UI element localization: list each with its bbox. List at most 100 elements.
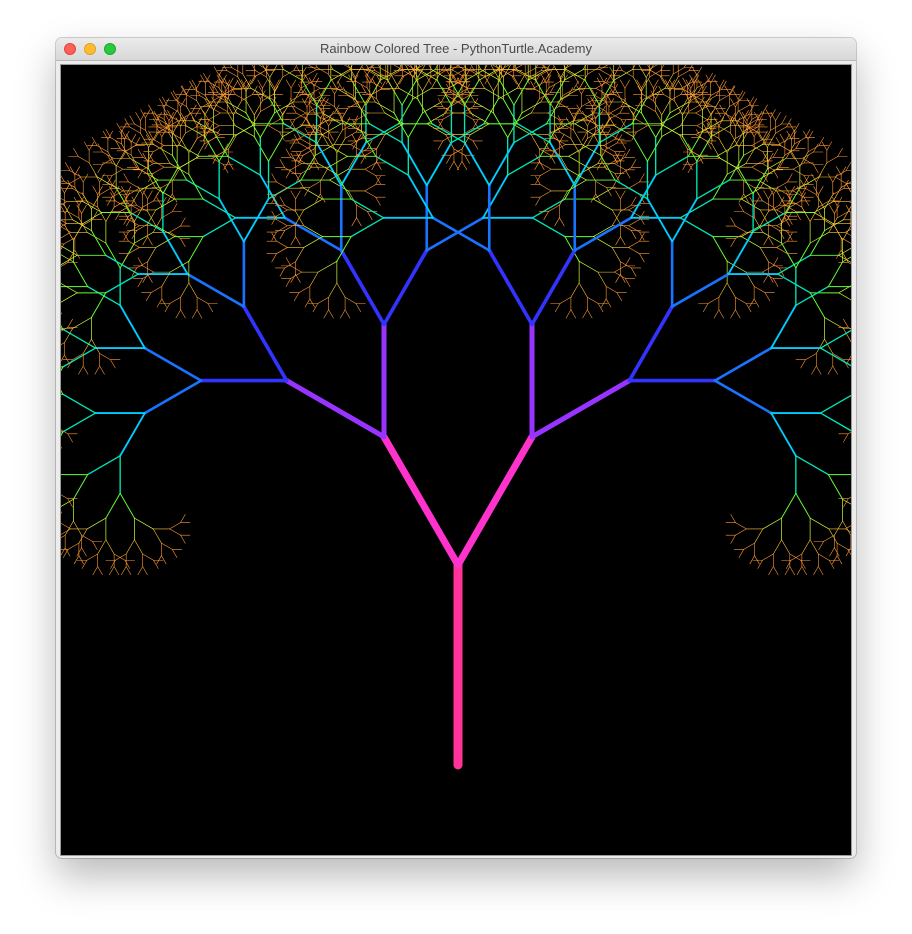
tree-branch: [492, 112, 509, 139]
tree-branch: [200, 74, 206, 84]
tree-branch: [600, 154, 616, 181]
tree-branch: [167, 110, 173, 119]
tree-branch: [180, 138, 190, 153]
tree-branch: [164, 303, 171, 313]
tree-branch: [126, 137, 138, 145]
tree-branch: [222, 164, 229, 174]
tree-branch: [632, 136, 648, 162]
tree-branch: [628, 219, 640, 227]
tree-branch: [818, 186, 824, 195]
tree-branch: [751, 98, 757, 108]
tree-branch: [268, 125, 280, 133]
tree-branch: [582, 309, 588, 319]
tree-branch: [801, 539, 811, 555]
tree-branch: [328, 138, 338, 153]
tree-branch: [336, 75, 343, 85]
tree-branch: [653, 100, 663, 116]
tree-branch: [67, 318, 73, 328]
tree-branch: [385, 76, 395, 92]
tree-branch: [147, 209, 157, 225]
tree-branch: [162, 168, 178, 195]
tree-branch: [310, 126, 316, 136]
tree-branch: [226, 70, 239, 78]
tree-branch: [145, 292, 152, 302]
tree-branch: [450, 123, 485, 144]
tree-branch: [262, 79, 268, 89]
tree-branch: [713, 346, 773, 382]
tree-branch: [834, 520, 843, 536]
tree-branch: [312, 303, 319, 313]
tree-branch: [121, 143, 131, 159]
tree-branch: [255, 69, 268, 77]
tree-branch: [295, 190, 301, 200]
tree-branch: [72, 317, 92, 329]
tree-branch: [90, 230, 107, 256]
tree-branch: [768, 566, 774, 576]
tree-branch: [316, 79, 332, 106]
tree-branch: [375, 155, 409, 176]
tree-branch: [61, 366, 64, 372]
tree-branch: [743, 119, 753, 134]
tree-branch: [401, 79, 417, 106]
tree-branch: [749, 555, 755, 565]
tree-branch: [290, 273, 296, 283]
tree-branch: [62, 549, 69, 558]
tree-branch: [250, 87, 271, 100]
tree-branch: [347, 95, 360, 103]
tree-branch: [148, 104, 154, 114]
title-bar[interactable]: Rainbow Colored Tree - PythonTurtle.Acad…: [56, 38, 856, 61]
tree-branch: [86, 517, 107, 530]
tree-branch: [342, 120, 362, 132]
tree-branch: [845, 162, 851, 172]
tree-branch: [194, 107, 201, 117]
tree-branch: [836, 196, 843, 206]
tree-branch: [828, 528, 838, 544]
tree-branch: [718, 309, 724, 319]
tree-branch: [285, 79, 292, 89]
tree-branch: [99, 365, 105, 375]
tree-branch: [715, 107, 722, 117]
tree-branch: [605, 298, 612, 308]
tree-branch: [374, 101, 395, 114]
tree-branch: [753, 286, 766, 293]
turtle-canvas[interactable]: [60, 64, 852, 856]
tree-branch: [152, 528, 162, 544]
tree-branch: [554, 303, 561, 313]
tree-branch: [587, 296, 599, 304]
tree-branch: [169, 231, 181, 239]
tree-branch: [61, 231, 71, 239]
tree-branch: [351, 217, 357, 227]
tree-branch: [313, 98, 323, 114]
tree-branch: [213, 66, 220, 76]
tree-branch: [650, 70, 663, 78]
tree-branch: [282, 70, 294, 78]
tree-branch: [77, 156, 90, 164]
tree-branch: [622, 70, 634, 78]
tree-branch: [296, 152, 302, 162]
tree-branch: [487, 248, 534, 327]
tree-branch: [530, 98, 540, 114]
tree-branch: [350, 198, 385, 219]
tree-branch: [347, 101, 360, 109]
tree-branch: [568, 155, 588, 168]
tree-branch: [739, 91, 746, 101]
tree-branch: [472, 118, 479, 128]
tree-branch: [196, 79, 202, 89]
tree-branch: [329, 65, 334, 70]
tree-branch: [516, 73, 526, 89]
tree-branch: [142, 265, 154, 273]
tree-branch: [714, 118, 721, 128]
tree-branch: [762, 152, 768, 162]
tree-branch: [632, 100, 642, 116]
tree-branch: [371, 161, 377, 170]
tree-branch: [315, 65, 318, 69]
tree-branch: [113, 566, 120, 576]
tree-branch: [125, 566, 132, 576]
tree-branch: [81, 559, 88, 569]
tree-branch: [81, 547, 87, 557]
tree-branch: [784, 133, 790, 143]
tree-branch: [762, 517, 782, 530]
tree-branch: [97, 566, 103, 576]
tree-branch: [61, 431, 64, 437]
tree-branch: [260, 104, 272, 112]
